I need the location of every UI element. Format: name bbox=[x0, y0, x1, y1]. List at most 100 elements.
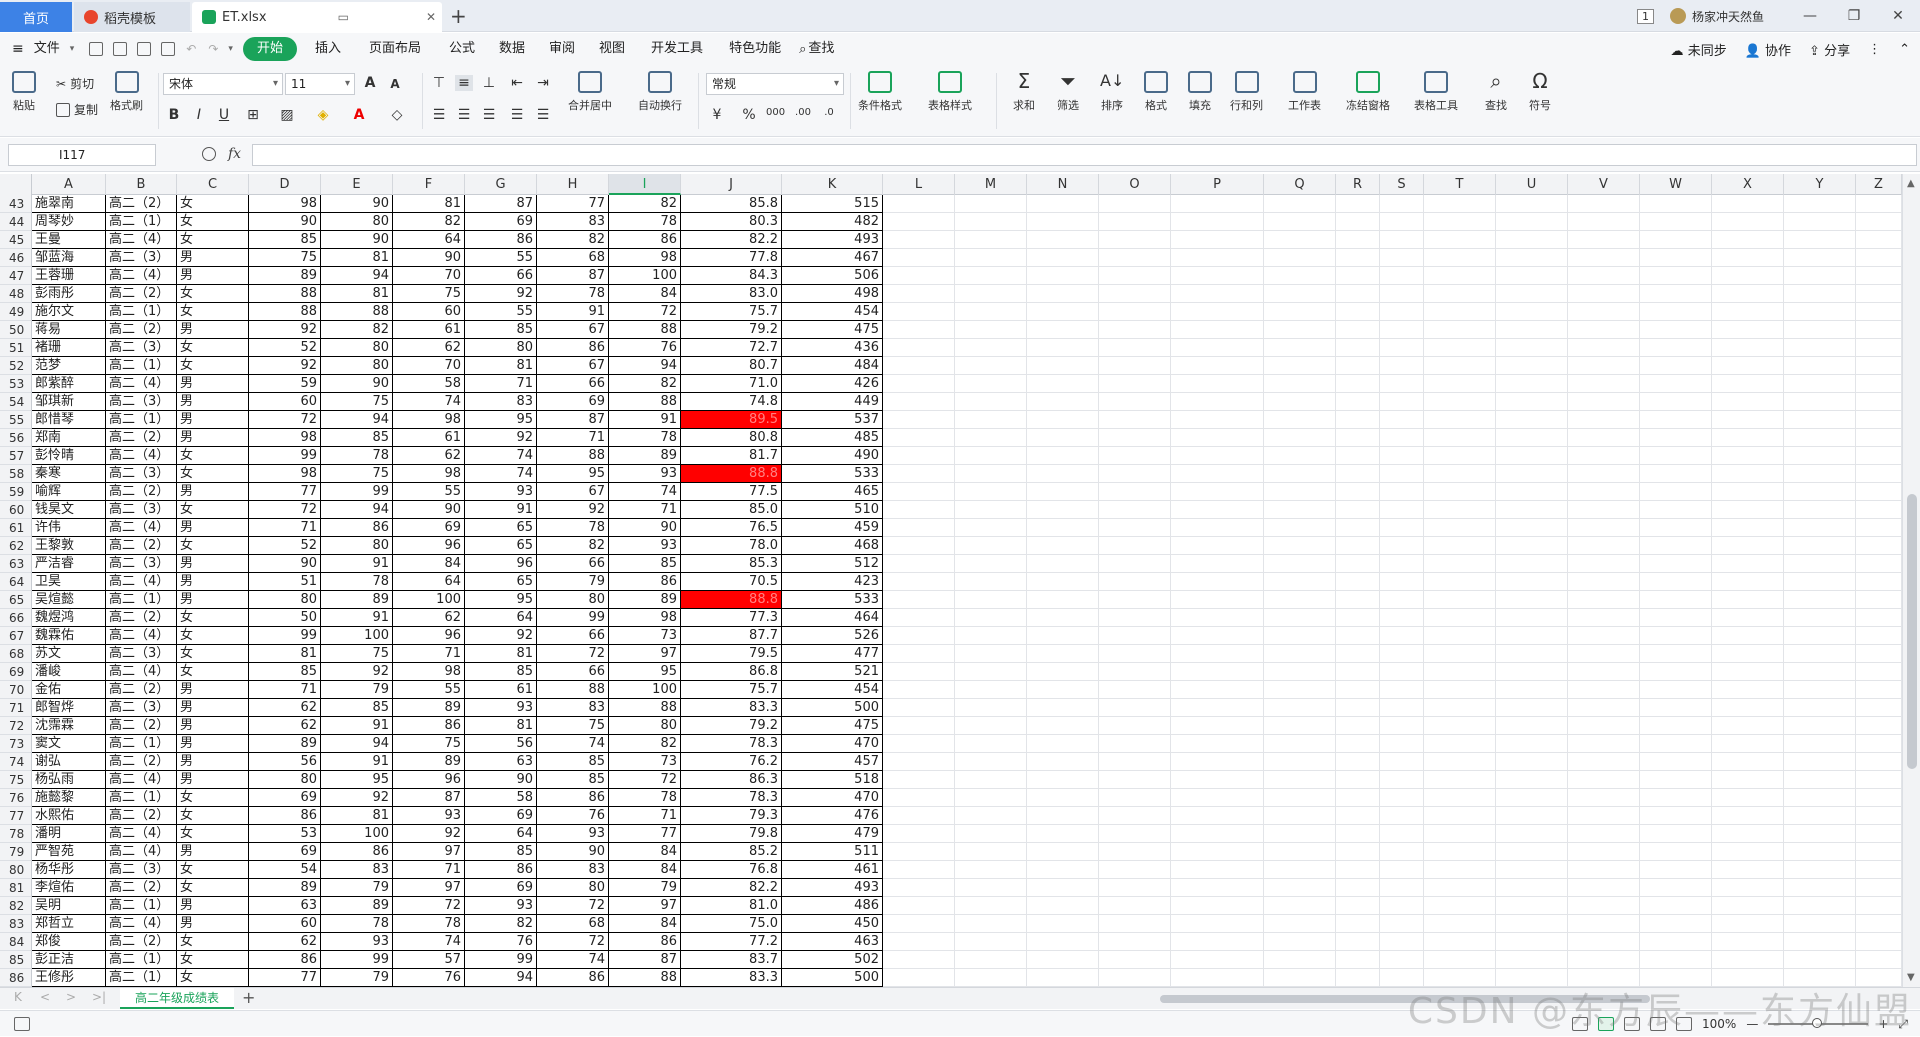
column-header-q[interactable]: Q bbox=[1264, 174, 1336, 195]
cell-c[interactable]: 女 bbox=[177, 969, 249, 987]
paste-button[interactable]: 粘贴 bbox=[12, 71, 36, 113]
cell-g[interactable]: 95 bbox=[465, 411, 537, 429]
undo-icon[interactable]: ↶ bbox=[186, 42, 196, 56]
cell-e[interactable]: 89 bbox=[321, 897, 393, 915]
cell-i[interactable]: 90 bbox=[609, 519, 681, 537]
row-header[interactable]: 66 bbox=[0, 609, 32, 627]
cell-e[interactable]: 88 bbox=[321, 303, 393, 321]
empty-cell[interactable] bbox=[883, 501, 955, 519]
cell-j[interactable]: 79.2 bbox=[681, 717, 782, 735]
empty-cell[interactable] bbox=[1099, 861, 1171, 879]
empty-cell[interactable] bbox=[883, 357, 955, 375]
empty-cell[interactable] bbox=[1336, 357, 1380, 375]
empty-cell[interactable] bbox=[1380, 501, 1424, 519]
cell-b[interactable]: 高二（4） bbox=[106, 663, 177, 681]
empty-cell[interactable] bbox=[1336, 681, 1380, 699]
cell-b[interactable]: 高二（4） bbox=[106, 447, 177, 465]
cell-e[interactable]: 75 bbox=[321, 645, 393, 663]
empty-cell[interactable] bbox=[1640, 933, 1712, 951]
cell-i[interactable]: 88 bbox=[609, 969, 681, 987]
empty-cell[interactable] bbox=[1640, 861, 1712, 879]
empty-cell[interactable] bbox=[1568, 357, 1640, 375]
empty-cell[interactable] bbox=[1264, 429, 1336, 447]
cell-h[interactable]: 72 bbox=[537, 897, 609, 915]
cell-d[interactable]: 69 bbox=[249, 789, 321, 807]
cell-b[interactable]: 高二（1） bbox=[106, 213, 177, 231]
cell-g[interactable]: 56 bbox=[465, 735, 537, 753]
zoom-formula-icon[interactable] bbox=[202, 147, 216, 161]
cell-c[interactable]: 女 bbox=[177, 465, 249, 483]
cell-d[interactable]: 72 bbox=[249, 411, 321, 429]
empty-cell[interactable] bbox=[1856, 465, 1902, 483]
empty-cell[interactable] bbox=[1424, 483, 1496, 501]
empty-cell[interactable] bbox=[1640, 375, 1712, 393]
empty-cell[interactable] bbox=[1784, 609, 1856, 627]
first-sheet-icon[interactable]: K bbox=[14, 990, 22, 1004]
find-button[interactable]: ⌕ 查找 bbox=[1484, 71, 1508, 113]
cell-k[interactable]: 467 bbox=[782, 249, 883, 267]
empty-cell[interactable] bbox=[1496, 951, 1568, 969]
cell-a[interactable]: 窦文 bbox=[32, 735, 106, 753]
empty-cell[interactable] bbox=[1856, 879, 1902, 897]
cell-j[interactable]: 79.2 bbox=[681, 321, 782, 339]
empty-cell[interactable] bbox=[1380, 843, 1424, 861]
cell-d[interactable]: 62 bbox=[249, 933, 321, 951]
cell-b[interactable]: 高二（2） bbox=[106, 807, 177, 825]
column-header-e[interactable]: E bbox=[321, 174, 393, 195]
row-header[interactable]: 56 bbox=[0, 429, 32, 447]
empty-cell[interactable] bbox=[1568, 681, 1640, 699]
cell-b[interactable]: 高二（1） bbox=[106, 897, 177, 915]
cell-h[interactable]: 66 bbox=[537, 555, 609, 573]
cell-c[interactable]: 女 bbox=[177, 645, 249, 663]
cell-e[interactable]: 78 bbox=[321, 915, 393, 933]
row-header[interactable]: 59 bbox=[0, 483, 32, 501]
empty-cell[interactable] bbox=[1264, 303, 1336, 321]
empty-cell[interactable] bbox=[1496, 681, 1568, 699]
cell-k[interactable]: 454 bbox=[782, 303, 883, 321]
column-header-b[interactable]: B bbox=[106, 174, 177, 195]
empty-cell[interactable] bbox=[1264, 753, 1336, 771]
close-window-icon[interactable]: ✕ bbox=[1876, 8, 1920, 24]
empty-cell[interactable] bbox=[1171, 897, 1264, 915]
empty-cell[interactable] bbox=[1424, 933, 1496, 951]
empty-cell[interactable] bbox=[883, 861, 955, 879]
empty-cell[interactable] bbox=[1856, 933, 1902, 951]
empty-cell[interactable] bbox=[1712, 195, 1784, 213]
cell-k[interactable]: 479 bbox=[782, 825, 883, 843]
cell-g[interactable]: 65 bbox=[465, 519, 537, 537]
cell-d[interactable]: 62 bbox=[249, 717, 321, 735]
cell-c[interactable]: 女 bbox=[177, 537, 249, 555]
empty-cell[interactable] bbox=[1336, 753, 1380, 771]
empty-cell[interactable] bbox=[1099, 807, 1171, 825]
cell-d[interactable]: 90 bbox=[249, 213, 321, 231]
empty-cell[interactable] bbox=[1784, 771, 1856, 789]
menu-file[interactable]: 文件 bbox=[24, 37, 70, 61]
cell-g[interactable]: 64 bbox=[465, 825, 537, 843]
empty-cell[interactable] bbox=[1171, 969, 1264, 987]
cell-d[interactable]: 51 bbox=[249, 573, 321, 591]
empty-cell[interactable] bbox=[1380, 213, 1424, 231]
empty-cell[interactable] bbox=[1784, 735, 1856, 753]
empty-cell[interactable] bbox=[1496, 915, 1568, 933]
cell-k[interactable]: 457 bbox=[782, 753, 883, 771]
cell-e[interactable]: 85 bbox=[321, 429, 393, 447]
empty-cell[interactable] bbox=[1496, 663, 1568, 681]
empty-cell[interactable] bbox=[1784, 627, 1856, 645]
cell-h[interactable]: 86 bbox=[537, 789, 609, 807]
cell-a[interactable]: 秦寒 bbox=[32, 465, 106, 483]
cell-f[interactable]: 71 bbox=[393, 645, 465, 663]
cell-a[interactable]: 水熙佑 bbox=[32, 807, 106, 825]
empty-cell[interactable] bbox=[1856, 231, 1902, 249]
empty-cell[interactable] bbox=[1568, 321, 1640, 339]
empty-cell[interactable] bbox=[1099, 483, 1171, 501]
cell-h[interactable]: 87 bbox=[537, 267, 609, 285]
row-header[interactable]: 78 bbox=[0, 825, 32, 843]
empty-cell[interactable] bbox=[1171, 879, 1264, 897]
row-header[interactable]: 85 bbox=[0, 951, 32, 969]
empty-cell[interactable] bbox=[1264, 591, 1336, 609]
empty-cell[interactable] bbox=[1640, 303, 1712, 321]
cell-h[interactable]: 67 bbox=[537, 321, 609, 339]
empty-cell[interactable] bbox=[1336, 969, 1380, 987]
empty-cell[interactable] bbox=[1264, 645, 1336, 663]
empty-cell[interactable] bbox=[1336, 735, 1380, 753]
